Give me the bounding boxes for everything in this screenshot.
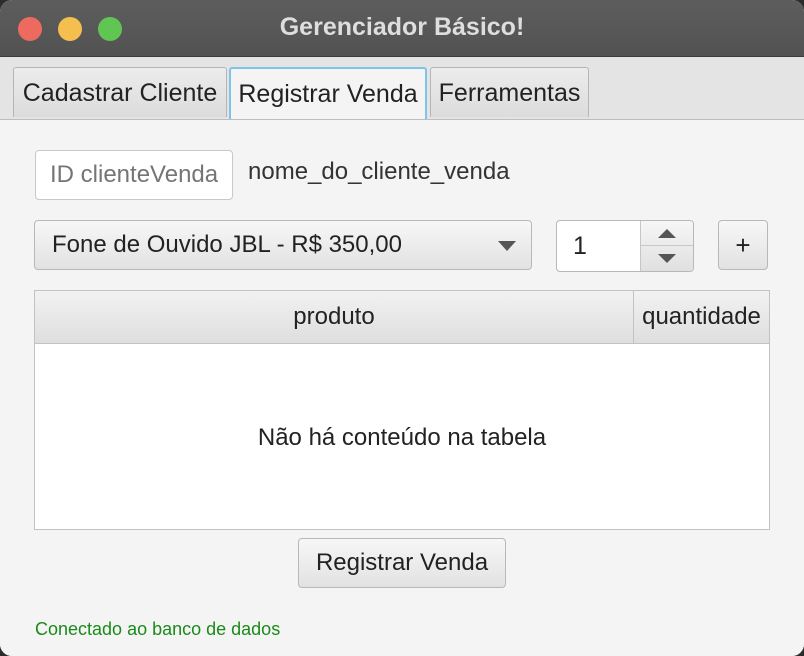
table-empty-message: Não há conteúdo na tabela <box>257 424 547 451</box>
tab-cadastrar-cliente[interactable]: Cadastrar Cliente <box>13 67 227 117</box>
arrow-up-icon <box>658 229 676 238</box>
chevron-down-icon <box>498 241 516 251</box>
tab-bar: Cadastrar Cliente Registrar Venda Ferram… <box>0 57 804 120</box>
column-header-quantidade[interactable]: quantidade <box>634 291 769 343</box>
product-selected-value: Fone de Ouvido JBL - R$ 350,00 <box>52 231 402 258</box>
add-item-button[interactable]: + <box>718 220 768 270</box>
arrow-down-icon <box>658 254 676 263</box>
client-id-input[interactable] <box>35 150 233 200</box>
stepper-buttons <box>640 221 693 271</box>
client-name-label: nome_do_cliente_venda <box>248 158 510 185</box>
tab-registrar-venda[interactable]: Registrar Venda <box>229 67 427 119</box>
table-header: produto quantidade <box>35 291 769 344</box>
status-message: Conectado ao banco de dados <box>35 619 281 639</box>
items-table[interactable]: produto quantidade Não há conteúdo na ta… <box>34 290 770 530</box>
tab-ferramentas[interactable]: Ferramentas <box>430 67 589 117</box>
quantity-value[interactable]: 1 <box>573 221 587 271</box>
tab-content: nome_do_cliente_venda Fone de Ouvido JBL… <box>0 120 804 656</box>
app-window: Gerenciador Básico! Cadastrar Cliente Re… <box>0 0 804 656</box>
decrement-button[interactable] <box>641 246 693 271</box>
window-title: Gerenciador Básico! <box>279 13 525 41</box>
product-combobox[interactable]: Fone de Ouvido JBL - R$ 350,00 <box>34 220 532 270</box>
register-sale-button[interactable]: Registrar Venda <box>298 538 506 588</box>
title-bar: Gerenciador Básico! <box>0 0 804 57</box>
column-header-produto[interactable]: produto <box>35 291 634 343</box>
increment-button[interactable] <box>641 221 693 246</box>
quantity-stepper[interactable]: 1 <box>556 220 694 272</box>
